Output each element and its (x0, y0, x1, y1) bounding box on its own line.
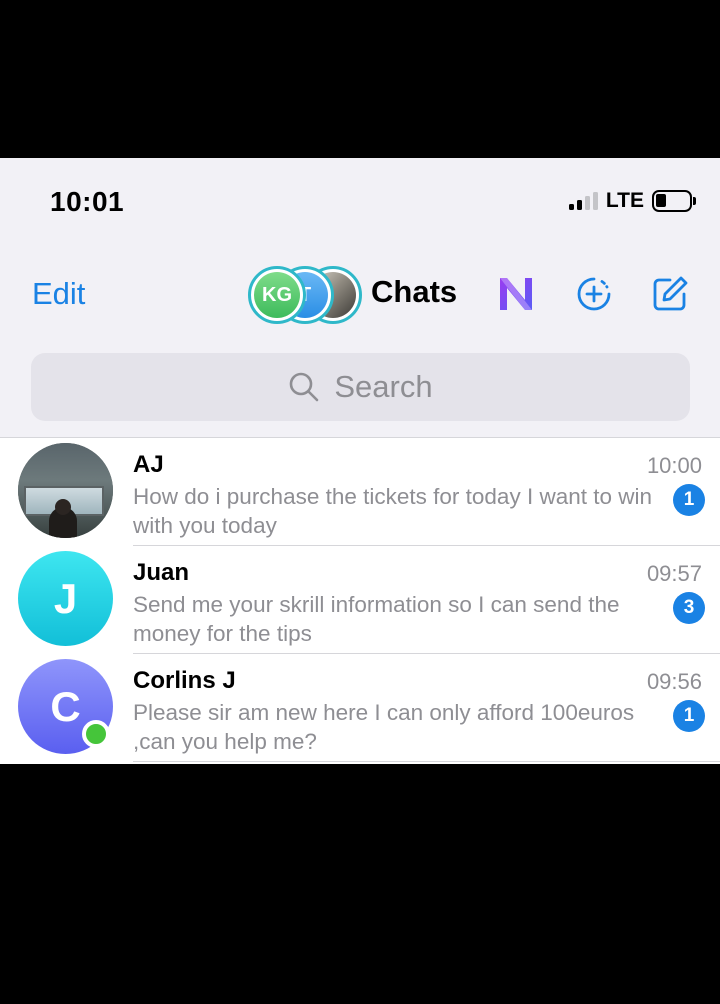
chat-name: Corlins J (133, 667, 236, 694)
page-title: Chats (371, 274, 458, 309)
header-area: 10:01 LTE Edit KG T Chats (0, 158, 720, 438)
divider (133, 761, 720, 762)
chat-preview: How do i purchase the tickets for today … (133, 484, 653, 538)
battery-icon (652, 190, 696, 212)
chat-row-corlins-j[interactable]: C Corlins J 09:56 Please sir am new here… (0, 654, 720, 762)
chat-name: AJ (133, 451, 164, 478)
search-input[interactable]: Search (31, 353, 690, 421)
edit-button[interactable]: Edit (32, 276, 85, 312)
chat-time: 09:56 (646, 669, 702, 694)
chat-time: 09:57 (646, 561, 702, 586)
status-time: 10:01 (50, 186, 125, 217)
story-avatar-kg[interactable]: KG (248, 266, 306, 324)
unread-badge: 1 (673, 484, 705, 516)
phone-screen: 10:01 LTE Edit KG T Chats (0, 158, 720, 764)
unread-badge: 1 (673, 700, 705, 732)
chat-row-aj[interactable]: AJ 10:00 How do i purchase the tickets f… (0, 438, 720, 546)
search-placeholder: Search (334, 369, 433, 404)
unread-badge: 3 (673, 592, 705, 624)
chat-row-juan[interactable]: J Juan 09:57 Send me your skrill informa… (0, 546, 720, 654)
avatar: J (18, 551, 113, 646)
stories-row[interactable]: KG T (248, 266, 362, 324)
chat-preview: Please sir am new here I can only afford… (133, 700, 635, 754)
avatar (18, 443, 113, 538)
chat-name: Juan (133, 559, 190, 586)
online-indicator (82, 720, 110, 748)
network-label: LTE (605, 189, 644, 212)
nexus-n-icon[interactable] (496, 274, 536, 314)
compose-icon[interactable] (650, 274, 690, 314)
chat-preview: Send me your skrill information so I can… (133, 592, 620, 646)
status-indicators: LTE (568, 188, 696, 214)
signal-icon (568, 192, 598, 210)
add-story-icon[interactable] (574, 274, 614, 314)
search-icon (290, 372, 319, 402)
chat-time: 10:00 (646, 453, 702, 478)
